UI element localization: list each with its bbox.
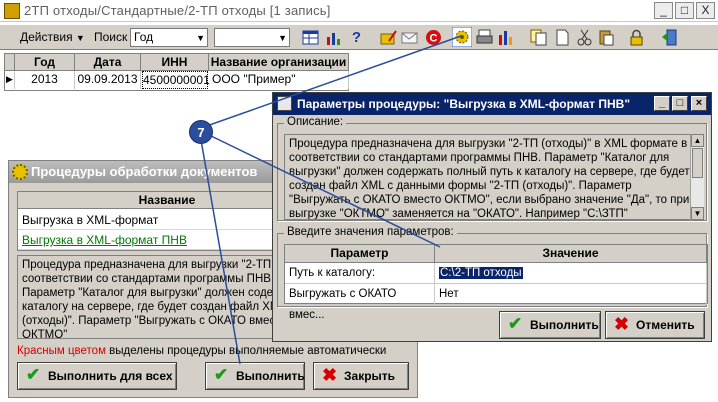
actions-menu-button[interactable]: Действия ▼ xyxy=(16,27,89,48)
run-all-button[interactable]: ✔ Выполнить для всех xyxy=(17,362,177,390)
chevron-down-icon: ▼ xyxy=(196,33,205,43)
close-x-icon: ✖ xyxy=(322,365,338,385)
maximize-button[interactable]: □ xyxy=(675,2,694,19)
mail-icon[interactable] xyxy=(401,29,418,46)
procedures-note: Красным цветом выделены процедуры выполн… xyxy=(17,345,386,357)
folder-edit-icon[interactable] xyxy=(380,29,397,46)
cut-icon[interactable] xyxy=(576,29,593,46)
param-value-input[interactable]: C:\2-ТП отходы xyxy=(435,263,707,284)
scroll-thumb[interactable] xyxy=(692,148,703,178)
checkmark-icon: ✔ xyxy=(214,365,229,384)
run-label: Выполнить xyxy=(236,369,305,383)
paste-icon[interactable] xyxy=(598,29,615,46)
search-label: Поиск xyxy=(94,30,128,44)
chevron-down-icon: ▼ xyxy=(75,33,85,43)
gear-icon xyxy=(12,164,28,180)
new-doc-icon[interactable] xyxy=(554,29,571,46)
table-icon[interactable] xyxy=(302,29,319,46)
cell-org-name[interactable]: ООО "Пример" xyxy=(209,71,349,89)
close-x-icon: ✖ xyxy=(614,314,630,334)
params-legend: Введите значения параметров: xyxy=(284,226,457,238)
scroll-up-icon[interactable]: ▲ xyxy=(691,134,704,147)
dialog-run-label: Выполнить xyxy=(530,318,599,332)
cell-date[interactable]: 09.09.2013 xyxy=(75,71,141,89)
note-red-text: Красным цветом xyxy=(17,345,106,357)
app-icon xyxy=(4,3,20,19)
dialog-maximize-button[interactable]: □ xyxy=(672,96,688,111)
chart-icon[interactable] xyxy=(325,29,342,46)
toolbar: Действия ▼ Поиск Год ▼ ▼ ? C xyxy=(0,24,718,50)
param-name: Путь к каталогу: xyxy=(285,263,435,284)
report-chart-icon[interactable] xyxy=(497,29,514,46)
run-all-label: Выполнить для всех xyxy=(48,369,173,383)
value-column-header: Значение xyxy=(435,245,707,263)
svg-text:C: C xyxy=(430,33,438,45)
param-column-header: Параметр xyxy=(285,245,435,263)
procedure-label: Выгрузка в XML-формат ПНВ xyxy=(22,233,187,247)
param-value-input[interactable]: Нет xyxy=(435,284,707,305)
search-value-select[interactable]: ▼ xyxy=(214,28,290,47)
note-text: выделены процедуры выполняемые автоматич… xyxy=(105,345,387,357)
checkmark-icon: ✔ xyxy=(508,314,523,333)
dialog-icon xyxy=(277,96,292,111)
row-pointer-icon: ▶ xyxy=(5,71,15,89)
param-name: Выгружать с ОКАТО вмес... xyxy=(285,284,435,321)
print-icon[interactable] xyxy=(476,29,493,46)
records-grid: Год Дата ИНН Название организации ▶ 2013… xyxy=(4,53,349,91)
lock-icon[interactable] xyxy=(628,29,645,46)
grid-corner xyxy=(5,54,15,71)
help-icon[interactable]: ? xyxy=(348,29,365,46)
procedure-params-dialog: Параметры процедуры: "Выгрузка в XML-фор… xyxy=(272,92,712,342)
exit-icon[interactable] xyxy=(661,29,678,46)
stop-icon[interactable]: C xyxy=(425,29,442,46)
column-header-date[interactable]: Дата xyxy=(75,54,141,71)
actions-label: Действия xyxy=(20,30,73,44)
column-header-org-name[interactable]: Название организации xyxy=(209,54,349,71)
close-procedures-button[interactable]: ✖ Закрыть xyxy=(313,362,409,390)
column-header-inn[interactable]: ИНН xyxy=(141,54,209,71)
chevron-down-icon: ▼ xyxy=(278,33,287,43)
dialog-cancel-button[interactable]: ✖ Отменить xyxy=(605,311,705,339)
close-label: Закрыть xyxy=(344,369,396,383)
procedures-title: Процедуры обработки документов xyxy=(31,164,258,179)
dialog-title: Параметры процедуры: "Выгрузка в XML-фор… xyxy=(297,97,631,111)
search-field-select[interactable]: Год ▼ xyxy=(130,28,208,47)
copy-doc-icon[interactable] xyxy=(530,29,547,46)
description-legend: Описание: xyxy=(284,116,347,128)
main-window-title: 2ТП отходы/Стандартные/2-ТП отходы [1 за… xyxy=(24,3,331,18)
cell-year[interactable]: 2013 xyxy=(15,71,75,89)
params-group: Введите значения параметров: Параметр Зн… xyxy=(277,226,708,321)
procedure-label: Выгрузка в XML-формат xyxy=(22,213,159,227)
dialog-title-bar: Параметры процедуры: "Выгрузка в XML-фор… xyxy=(273,93,711,115)
scroll-down-icon[interactable]: ▼ xyxy=(691,207,704,220)
param-value: C:\2-ТП отходы xyxy=(439,267,523,279)
dialog-minimize-button[interactable]: _ xyxy=(654,96,670,111)
dialog-cancel-label: Отменить xyxy=(636,318,695,332)
screen: 2ТП отходы/Стандартные/2-ТП отходы [1 за… xyxy=(0,0,718,402)
close-button[interactable]: X xyxy=(696,2,715,19)
minimize-button[interactable]: _ xyxy=(654,2,673,19)
column-header-year[interactable]: Год xyxy=(15,54,75,71)
description-group: Описание: Процедура предназначена для вы… xyxy=(277,116,707,221)
dialog-close-button[interactable]: × xyxy=(691,96,707,111)
cell-inn[interactable]: 4500000001 xyxy=(142,71,210,89)
description-text: Процедура предназначена для выгрузки "2-… xyxy=(284,134,696,220)
checkmark-icon: ✔ xyxy=(26,365,41,384)
params-table: Параметр Значение Путь к каталогу: C:\2-… xyxy=(284,244,708,321)
description-scrollbar[interactable]: ▲ ▼ xyxy=(690,134,704,220)
callout-badge: 7 xyxy=(189,120,213,144)
run-button[interactable]: ✔ Выполнить xyxy=(205,362,305,390)
search-field-value: Год xyxy=(134,30,154,44)
dialog-run-button[interactable]: ✔ Выполнить xyxy=(499,311,601,339)
main-title-bar: 2ТП отходы/Стандартные/2-ТП отходы [1 за… xyxy=(0,0,718,22)
procedures-gear-icon[interactable] xyxy=(452,27,472,47)
